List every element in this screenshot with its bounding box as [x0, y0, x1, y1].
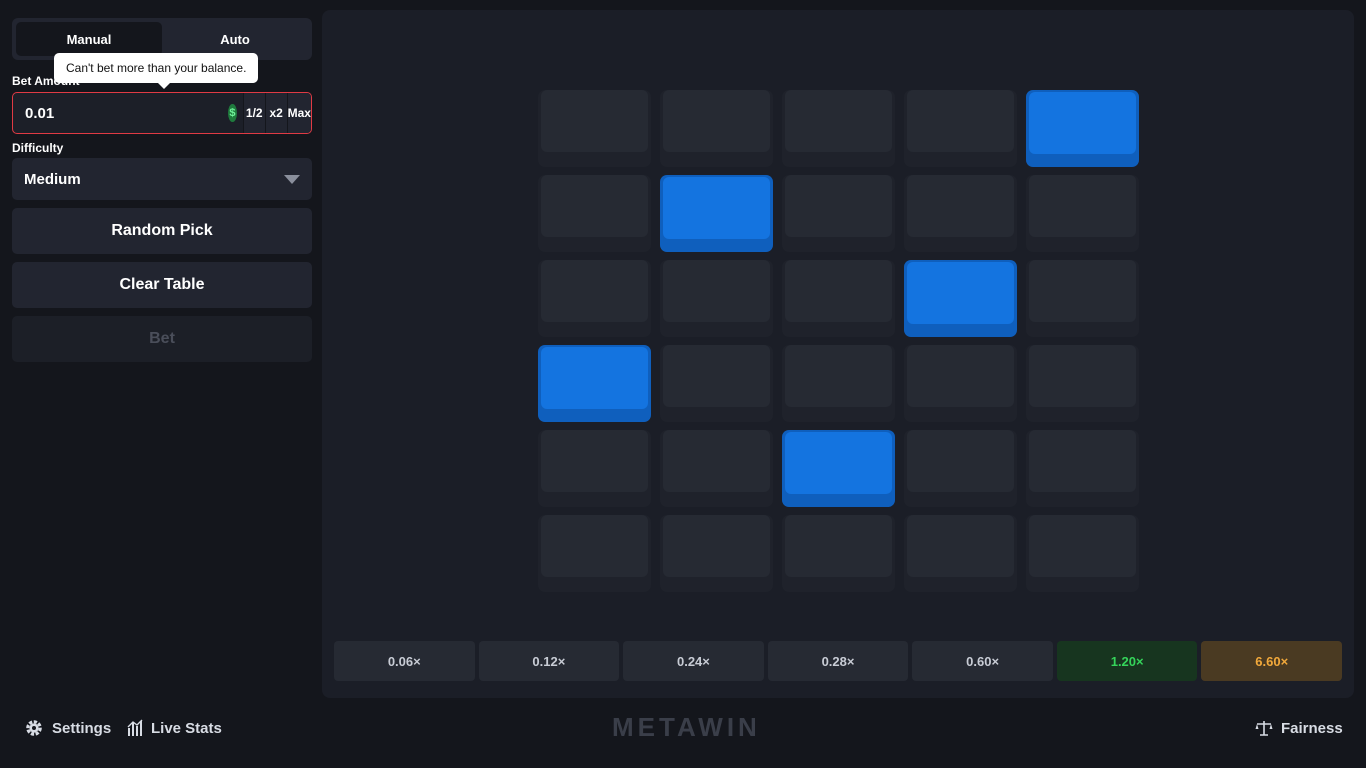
- bet-amount-field: $ 1/2 x2 Max: [12, 92, 312, 134]
- multiplier-cell: 0.60×: [912, 641, 1053, 681]
- multiplier-cell: 0.06×: [334, 641, 475, 681]
- tile-face: [541, 430, 648, 492]
- bet-button[interactable]: Bet: [12, 316, 312, 362]
- settings-link[interactable]: Settings: [24, 716, 111, 740]
- multiplier-cell: 0.24×: [623, 641, 764, 681]
- multiplier-cell: 0.28×: [767, 641, 909, 681]
- tile[interactable]: [1026, 430, 1139, 507]
- tile-face: [541, 347, 648, 409]
- tile[interactable]: [538, 515, 651, 592]
- tile-face: [907, 90, 1014, 152]
- tile-face: [663, 260, 770, 322]
- multiplier-cell: 6.60×: [1201, 641, 1343, 681]
- difficulty-label: Difficulty: [12, 141, 64, 155]
- tile-face: [785, 90, 892, 152]
- live-stats-label: Live Stats: [151, 719, 222, 737]
- tile[interactable]: [1026, 175, 1139, 252]
- tile[interactable]: [782, 260, 895, 337]
- tile-face: [1029, 260, 1136, 322]
- random-pick-button[interactable]: Random Pick: [12, 208, 312, 254]
- tile[interactable]: [782, 345, 895, 422]
- tile-selected[interactable]: [660, 175, 773, 252]
- tab-manual[interactable]: Manual: [16, 22, 162, 56]
- tile-selected[interactable]: [904, 260, 1017, 337]
- tile[interactable]: [782, 515, 895, 592]
- tile-face: [785, 432, 892, 494]
- tile[interactable]: [660, 260, 773, 337]
- tile[interactable]: [660, 345, 773, 422]
- live-stats-link[interactable]: Live Stats: [127, 716, 222, 740]
- tile-face: [541, 90, 648, 152]
- tile-face: [907, 430, 1014, 492]
- settings-label: Settings: [52, 719, 112, 737]
- tile-face: [541, 175, 648, 237]
- tile-face: [663, 90, 770, 152]
- tile-face: [785, 175, 892, 237]
- tile-grid: [538, 90, 1139, 592]
- tile-face: [1029, 515, 1136, 577]
- difficulty-value: Medium: [24, 170, 81, 188]
- tile[interactable]: [782, 90, 895, 167]
- gear-icon: [26, 720, 42, 736]
- tile[interactable]: [1026, 345, 1139, 422]
- tile-face: [663, 430, 770, 492]
- tile[interactable]: [660, 515, 773, 592]
- multiplier-cell: 1.20×: [1056, 641, 1198, 681]
- tile-face: [785, 345, 892, 407]
- multiplier-bar: 0.06× 0.12× 0.24× 0.28× 0.60× 1.20× 6.60×: [334, 641, 1343, 681]
- tile[interactable]: [1026, 515, 1139, 592]
- tile-face: [663, 177, 770, 239]
- metawin-logo: METAWIN: [612, 712, 761, 742]
- bet-amount-input[interactable]: [13, 93, 228, 133]
- tile[interactable]: [538, 430, 651, 507]
- tile-selected[interactable]: [1026, 90, 1139, 167]
- tile[interactable]: [904, 345, 1017, 422]
- tile[interactable]: [538, 260, 651, 337]
- difficulty-select[interactable]: Medium: [12, 158, 312, 200]
- tile-face: [541, 515, 648, 577]
- game-board: 0.06× 0.12× 0.24× 0.28× 0.60× 1.20× 6.60×: [322, 10, 1354, 698]
- tile[interactable]: [660, 90, 773, 167]
- dollar-coin-icon: $: [228, 104, 237, 122]
- fairness-label: Fairness: [1281, 719, 1343, 737]
- tile-face: [1029, 92, 1136, 154]
- tile-face: [907, 175, 1014, 237]
- tile[interactable]: [904, 175, 1017, 252]
- tile-face: [541, 260, 648, 322]
- tile-face: [1029, 345, 1136, 407]
- tile[interactable]: [538, 90, 651, 167]
- chart-icon: [127, 719, 143, 736]
- balance-scale-icon: [1255, 721, 1273, 736]
- clear-table-button[interactable]: Clear Table: [12, 262, 312, 308]
- tab-auto[interactable]: Auto: [162, 22, 308, 56]
- tile-face: [1029, 175, 1136, 237]
- double-bet-button[interactable]: x2: [264, 93, 287, 133]
- tile-selected[interactable]: [538, 345, 651, 422]
- tile[interactable]: [1026, 260, 1139, 337]
- half-bet-button[interactable]: 1/2: [242, 93, 265, 133]
- max-bet-button[interactable]: Max: [286, 93, 311, 133]
- balance-error-tooltip: Can't bet more than your balance.: [54, 53, 259, 89]
- chevron-down-icon: [284, 174, 300, 184]
- tile-face: [785, 515, 892, 577]
- tile-face: [907, 515, 1014, 577]
- multiplier-cell: 0.12×: [478, 641, 620, 681]
- tile-face: [1029, 430, 1136, 492]
- fairness-link[interactable]: Fairness: [1255, 716, 1343, 740]
- tile-face: [907, 262, 1014, 324]
- tile-face: [663, 345, 770, 407]
- tile-selected[interactable]: [782, 430, 895, 507]
- tile[interactable]: [782, 175, 895, 252]
- tile[interactable]: [538, 175, 651, 252]
- tile-face: [785, 260, 892, 322]
- tile[interactable]: [904, 430, 1017, 507]
- tile[interactable]: [904, 515, 1017, 592]
- tile-face: [663, 515, 770, 577]
- tile-face: [907, 345, 1014, 407]
- tile[interactable]: [660, 430, 773, 507]
- tile[interactable]: [904, 90, 1017, 167]
